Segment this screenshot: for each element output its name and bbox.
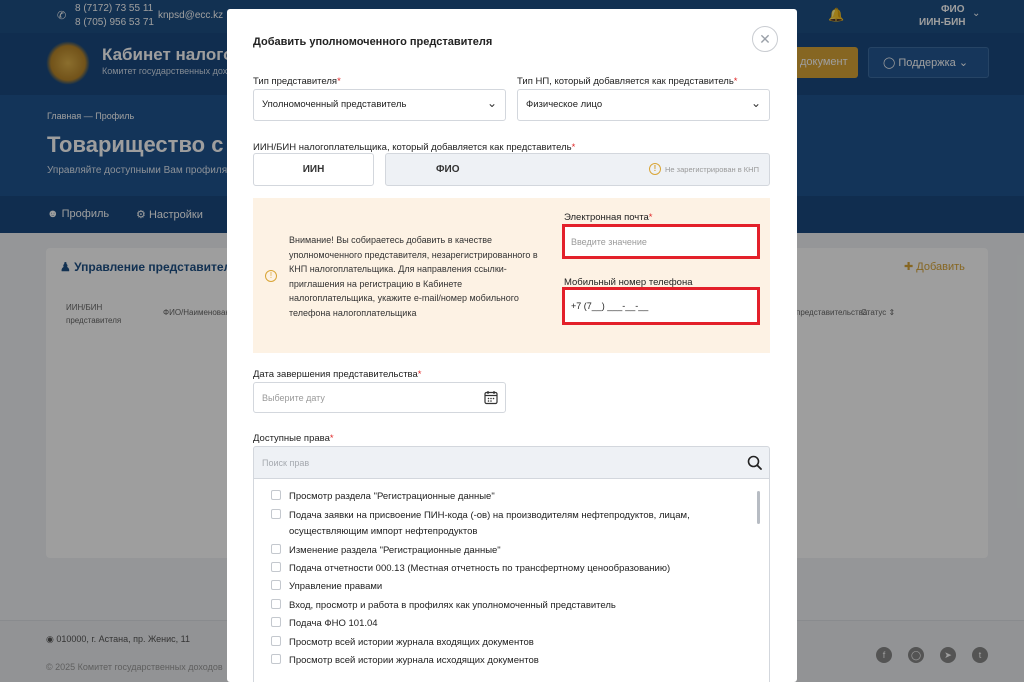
right-label: Подача отчетности 000.13 (Местная отчетн… (289, 563, 671, 574)
chevron-down-icon: ⌄ (486, 96, 497, 110)
rights-search-input[interactable]: Поиск прав (253, 446, 770, 479)
rep-type-label: Тип представителя* (253, 76, 341, 87)
right-checkbox[interactable] (271, 617, 281, 627)
right-label: Вход, просмотр и работа в профилях как у… (289, 600, 616, 611)
warning-notice: ! Внимание! Вы собираетесь добавить в ка… (253, 198, 770, 353)
phone-field[interactable]: +7 (7__) ___-__-__ (562, 287, 760, 325)
rep-type-value: Уполномоченный представитель (262, 99, 407, 110)
np-type-label-text: Тип НП, который добавляется как представ… (517, 76, 734, 87)
right-label: Подача ФНО 101.04 (289, 618, 378, 629)
np-type-select[interactable]: Физическое лицо ⌄ (517, 89, 770, 121)
right-label: Подача заявки на присвоение ПИН-кода (-о… (289, 510, 690, 521)
np-type-label: Тип НП, который добавляется как представ… (517, 76, 738, 87)
right-label: Изменение раздела "Регистрационные данны… (289, 545, 501, 556)
modal-title: Добавить уполномоченного представителя (253, 36, 493, 48)
iin-label: ИИН/БИН налогоплательщика, который добав… (253, 142, 575, 153)
required-mark: * (329, 433, 334, 444)
end-date-label-text: Дата завершения представительства (253, 369, 418, 380)
email-placeholder: Введите значение (571, 237, 647, 247)
rep-type-label-text: Тип представителя (253, 76, 338, 87)
right-label: Просмотр раздела "Регистрационные данные… (289, 491, 495, 502)
rights-label-text: Доступные права (253, 433, 330, 444)
required-mark: * (571, 142, 576, 153)
email-label: Электронная почта* (564, 212, 652, 223)
rights-scrollbar[interactable] (757, 491, 760, 524)
fio-toggle-label: ФИО (436, 164, 460, 175)
warning-icon: ! (265, 270, 277, 282)
right-label: Просмотр всей истории журнала входящих д… (289, 637, 534, 648)
email-field[interactable]: Введите значение (562, 224, 760, 259)
right-checkbox[interactable] (271, 544, 281, 554)
end-date-label: Дата завершения представительства* (253, 369, 421, 380)
np-type-value: Физическое лицо (526, 99, 603, 110)
chevron-down-icon: ⌄ (750, 96, 761, 110)
search-icon[interactable] (747, 455, 762, 470)
iin-toggle[interactable]: ИИН (253, 153, 374, 186)
right-checkbox[interactable] (271, 509, 281, 519)
right-label: осуществляющим импорт нефтепродуктов (289, 526, 478, 537)
add-representative-modal: Добавить уполномоченного представителя ✕… (227, 9, 797, 682)
right-checkbox[interactable] (271, 599, 281, 609)
right-checkbox[interactable] (271, 562, 281, 572)
right-checkbox[interactable] (271, 654, 281, 664)
iin-label-text: ИИН/БИН налогоплательщика, который добав… (253, 142, 572, 153)
warning-icon: ! (649, 163, 661, 175)
notice-text: Внимание! Вы собираетесь добавить в каче… (289, 235, 538, 318)
end-date-picker[interactable]: Выберите дату (253, 382, 506, 413)
fio-toggle[interactable]: ФИО ! Не зарегистрирован в КНП (385, 153, 770, 186)
calendar-icon[interactable] (484, 390, 498, 405)
right-label: Управление правами (289, 581, 383, 592)
right-checkbox[interactable] (271, 636, 281, 646)
required-mark: * (733, 76, 738, 87)
right-label: Просмотр всей истории журнала исходящих … (289, 655, 539, 666)
required-mark: * (417, 369, 422, 380)
required-mark: * (337, 76, 341, 87)
close-icon[interactable]: ✕ (752, 26, 778, 52)
rights-list: Просмотр раздела "Регистрационные данные… (253, 479, 770, 682)
right-checkbox[interactable] (271, 490, 281, 500)
end-date-placeholder: Выберите дату (262, 393, 325, 403)
rights-search-placeholder: Поиск прав (262, 458, 310, 468)
required-mark: * (648, 212, 653, 223)
right-checkbox[interactable] (271, 580, 281, 590)
rights-label: Доступные права* (253, 433, 334, 444)
email-label-text: Электронная почта (564, 212, 649, 223)
phone-value: +7 (7__) ___-__-__ (571, 301, 649, 311)
not-registered-text: Не зарегистрирован в КНП (665, 165, 759, 174)
rep-type-select[interactable]: Уполномоченный представитель ⌄ (253, 89, 506, 121)
